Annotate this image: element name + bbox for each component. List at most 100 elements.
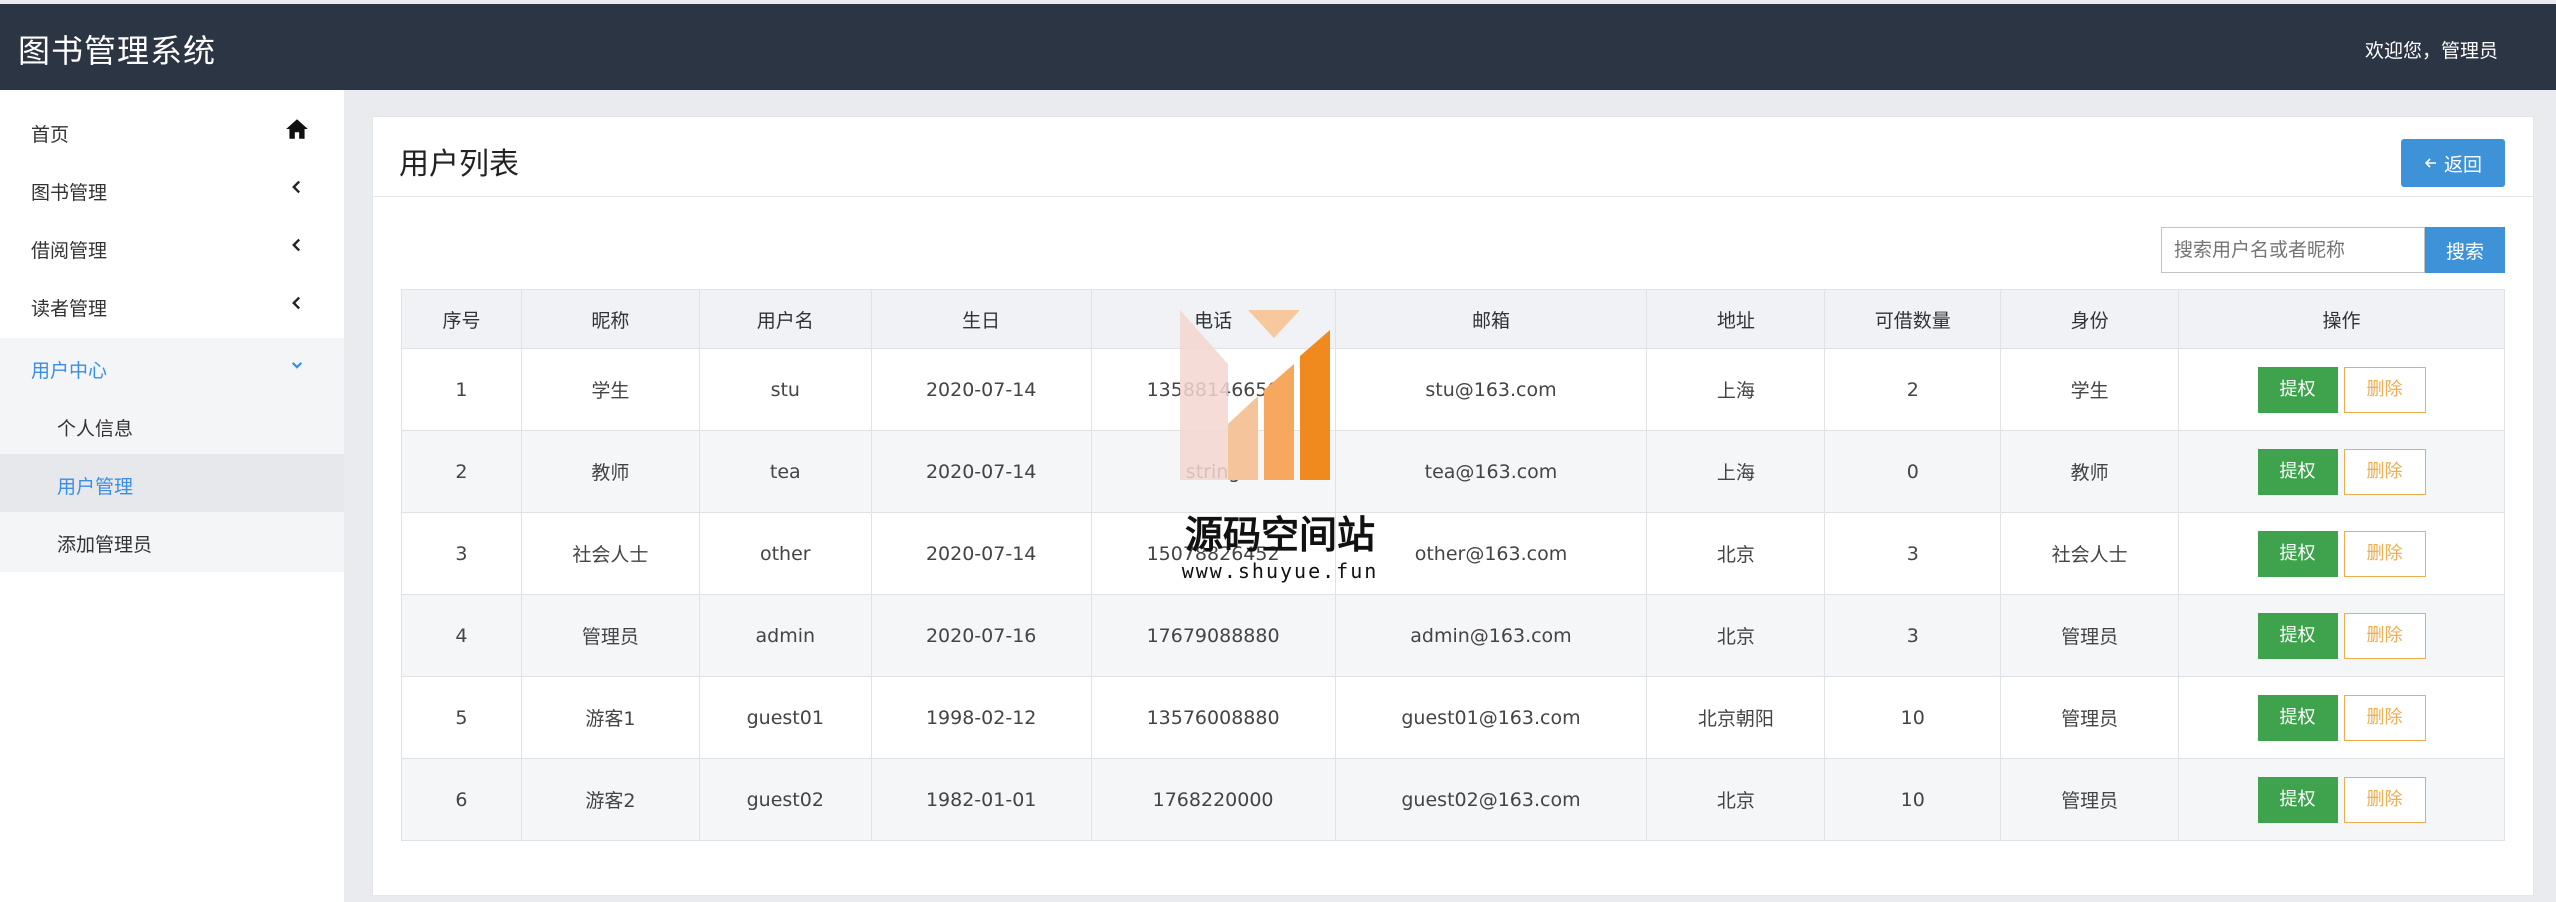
authorize-button[interactable]: 提权 bbox=[2257, 612, 2338, 659]
sidebar-item-readers[interactable]: 读者管理 bbox=[0, 276, 344, 334]
delete-button[interactable]: 删除 bbox=[2343, 776, 2426, 823]
authorize-button[interactable]: 提权 bbox=[2257, 530, 2338, 577]
table-cell: 13588146650 bbox=[1090, 348, 1336, 431]
table-cell: 3 bbox=[401, 512, 522, 595]
authorize-button[interactable]: 提权 bbox=[2257, 448, 2338, 495]
table-cell: 2020-07-14 bbox=[870, 348, 1092, 431]
table-cell: 管理员 bbox=[2000, 594, 2180, 677]
table-cell: 5 bbox=[401, 676, 522, 759]
user-table: 序号 昵称 用户名 生日 电话 邮箱 地址 可借数量 身份 操作 1 学生 st… bbox=[401, 289, 2505, 841]
action-cell: 提权 删除 bbox=[2178, 594, 2505, 677]
table-row: 6 游客2 guest02 1982-01-01 1768220000 gues… bbox=[401, 758, 2505, 841]
sidebar-item-label: 首页 bbox=[31, 124, 70, 146]
table-cell: 17679088880 bbox=[1090, 594, 1336, 677]
table-cell: guest02 bbox=[698, 758, 872, 841]
action-cell: 提权 删除 bbox=[2178, 512, 2505, 595]
sidebar-item-label: 图书管理 bbox=[31, 182, 108, 204]
sidebar-item-add-admin[interactable]: 添加管理员 bbox=[0, 512, 344, 570]
table-cell: 4 bbox=[401, 594, 522, 677]
table-row: 3 社会人士 other 2020-07-14 15078826452 othe… bbox=[401, 512, 2505, 595]
divider bbox=[373, 196, 2533, 197]
table-cell: 游客2 bbox=[520, 758, 700, 841]
table-cell: 北京朝阳 bbox=[1646, 676, 1826, 759]
table-cell: 学生 bbox=[520, 348, 700, 431]
action-cell: 提权 删除 bbox=[2178, 430, 2505, 513]
sidebar-item-label: 读者管理 bbox=[31, 298, 108, 320]
column-header: 电话 bbox=[1090, 289, 1336, 349]
sidebar: 首页 图书管理 借阅管理 读者管理 用户中心 个人信息 用户管理 添加管理员 bbox=[0, 90, 344, 902]
column-header: 可借数量 bbox=[1824, 289, 2002, 349]
table-cell: 教师 bbox=[520, 430, 700, 513]
user-center-submenu: 个人信息 用户管理 添加管理员 bbox=[0, 396, 344, 572]
table-cell: 社会人士 bbox=[2000, 512, 2180, 595]
chevron-left-icon bbox=[292, 238, 301, 252]
sidebar-item-books[interactable]: 图书管理 bbox=[0, 160, 344, 218]
table-cell: 15078826452 bbox=[1090, 512, 1336, 595]
chevron-left-icon bbox=[292, 296, 301, 310]
authorize-button[interactable]: 提权 bbox=[2257, 694, 2338, 741]
column-header: 操作 bbox=[2178, 289, 2505, 349]
page-title: 用户列表 bbox=[399, 147, 519, 182]
column-header: 地址 bbox=[1646, 289, 1826, 349]
column-header: 生日 bbox=[870, 289, 1092, 349]
table-cell: 10 bbox=[1824, 676, 2002, 759]
table-cell: 6 bbox=[401, 758, 522, 841]
column-header: 序号 bbox=[401, 289, 522, 349]
table-row: 2 教师 tea 2020-07-14 string tea@163.com 上… bbox=[401, 430, 2505, 513]
sidebar-item-label: 添加管理员 bbox=[57, 534, 153, 556]
table-cell: 上海 bbox=[1646, 430, 1826, 513]
table-cell: 北京 bbox=[1646, 594, 1826, 677]
sidebar-item-label: 个人信息 bbox=[57, 418, 134, 440]
chevron-down-icon bbox=[291, 362, 303, 369]
back-button[interactable]: 返回 bbox=[2401, 139, 2505, 187]
table-cell: 2020-07-14 bbox=[870, 512, 1092, 595]
table-cell: other bbox=[698, 512, 872, 595]
table-cell: stu@163.com bbox=[1334, 348, 1648, 431]
search-input[interactable] bbox=[2161, 227, 2425, 273]
table-cell: admin@163.com bbox=[1334, 594, 1648, 677]
table-row: 1 学生 stu 2020-07-14 13588146650 stu@163.… bbox=[401, 348, 2505, 431]
table-cell: 北京 bbox=[1646, 758, 1826, 841]
sidebar-item-profile[interactable]: 个人信息 bbox=[0, 396, 344, 454]
column-header: 邮箱 bbox=[1334, 289, 1648, 349]
table-cell: admin bbox=[698, 594, 872, 677]
sidebar-item-label: 用户中心 bbox=[31, 360, 108, 382]
table-cell: 2 bbox=[401, 430, 522, 513]
delete-button[interactable]: 删除 bbox=[2343, 448, 2426, 495]
table-row: 4 管理员 admin 2020-07-16 17679088880 admin… bbox=[401, 594, 2505, 677]
back-button-label: 返回 bbox=[2443, 153, 2482, 176]
table-cell: 教师 bbox=[2000, 430, 2180, 513]
table-cell: 上海 bbox=[1646, 348, 1826, 431]
delete-button[interactable]: 删除 bbox=[2343, 612, 2426, 659]
table-cell: 2020-07-16 bbox=[870, 594, 1092, 677]
table-cell: guest01@163.com bbox=[1334, 676, 1648, 759]
sidebar-item-user-center[interactable]: 用户中心 bbox=[0, 338, 344, 396]
delete-button[interactable]: 删除 bbox=[2343, 694, 2426, 741]
welcome-text: 欢迎您，管理员 bbox=[2364, 40, 2498, 62]
sidebar-item-borrow[interactable]: 借阅管理 bbox=[0, 218, 344, 276]
home-icon bbox=[286, 119, 308, 139]
arrow-left-icon bbox=[2424, 158, 2436, 168]
table-cell: other@163.com bbox=[1334, 512, 1648, 595]
sidebar-item-home[interactable]: 首页 bbox=[0, 102, 344, 160]
table-cell: guest01 bbox=[698, 676, 872, 759]
sidebar-item-user-management[interactable]: 用户管理 bbox=[0, 454, 344, 512]
column-header: 昵称 bbox=[520, 289, 700, 349]
chevron-left-icon bbox=[292, 180, 301, 194]
top-navbar: 图书管理系统 欢迎您，管理员 bbox=[0, 4, 2556, 90]
authorize-button[interactable]: 提权 bbox=[2257, 776, 2338, 823]
delete-button[interactable]: 删除 bbox=[2343, 530, 2426, 577]
action-cell: 提权 删除 bbox=[2178, 676, 2505, 759]
table-cell: 3 bbox=[1824, 512, 2002, 595]
delete-button[interactable]: 删除 bbox=[2343, 366, 2426, 413]
table-cell: 社会人士 bbox=[520, 512, 700, 595]
app-title: 图书管理系统 bbox=[18, 32, 217, 70]
table-cell: 2020-07-14 bbox=[870, 430, 1092, 513]
table-cell: 1998-02-12 bbox=[870, 676, 1092, 759]
action-cell: 提权 删除 bbox=[2178, 348, 2505, 431]
table-cell: 2 bbox=[1824, 348, 2002, 431]
table-cell: 北京 bbox=[1646, 512, 1826, 595]
authorize-button[interactable]: 提权 bbox=[2257, 366, 2338, 413]
search-button[interactable]: 搜索 bbox=[2425, 227, 2505, 273]
table-header-row: 序号 昵称 用户名 生日 电话 邮箱 地址 可借数量 身份 操作 bbox=[401, 289, 2505, 349]
